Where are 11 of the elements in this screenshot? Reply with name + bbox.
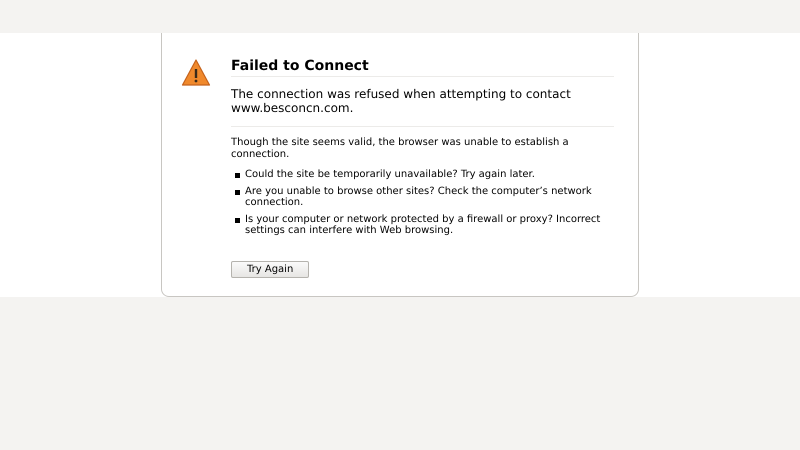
warning-icon: [181, 58, 211, 88]
suggestion-text: Is your computer or network protected by a firewall or proxy? Incorrect settings can interfere with Web browsing.: [245, 214, 602, 236]
error-description: The connection was refused when attempting to contact www.besconcn.com.: [231, 87, 614, 127]
suggestion-text: Could the site be temporarily unavailable? Try again later.: [245, 169, 535, 180]
bullet-icon: [235, 190, 240, 194]
try-again-button[interactable]: Try Again: [231, 260, 310, 278]
error-explanation: Though the site seems valid, the browser was unable to establish a connection.: [231, 137, 570, 161]
bullet-icon: [235, 173, 240, 178]
bullet-icon: [235, 218, 240, 222]
error-title: Failed to Connect: [231, 58, 614, 77]
suggestion-text: Are you unable to browse other sites? Check the computer’s network connection.: [245, 186, 593, 208]
